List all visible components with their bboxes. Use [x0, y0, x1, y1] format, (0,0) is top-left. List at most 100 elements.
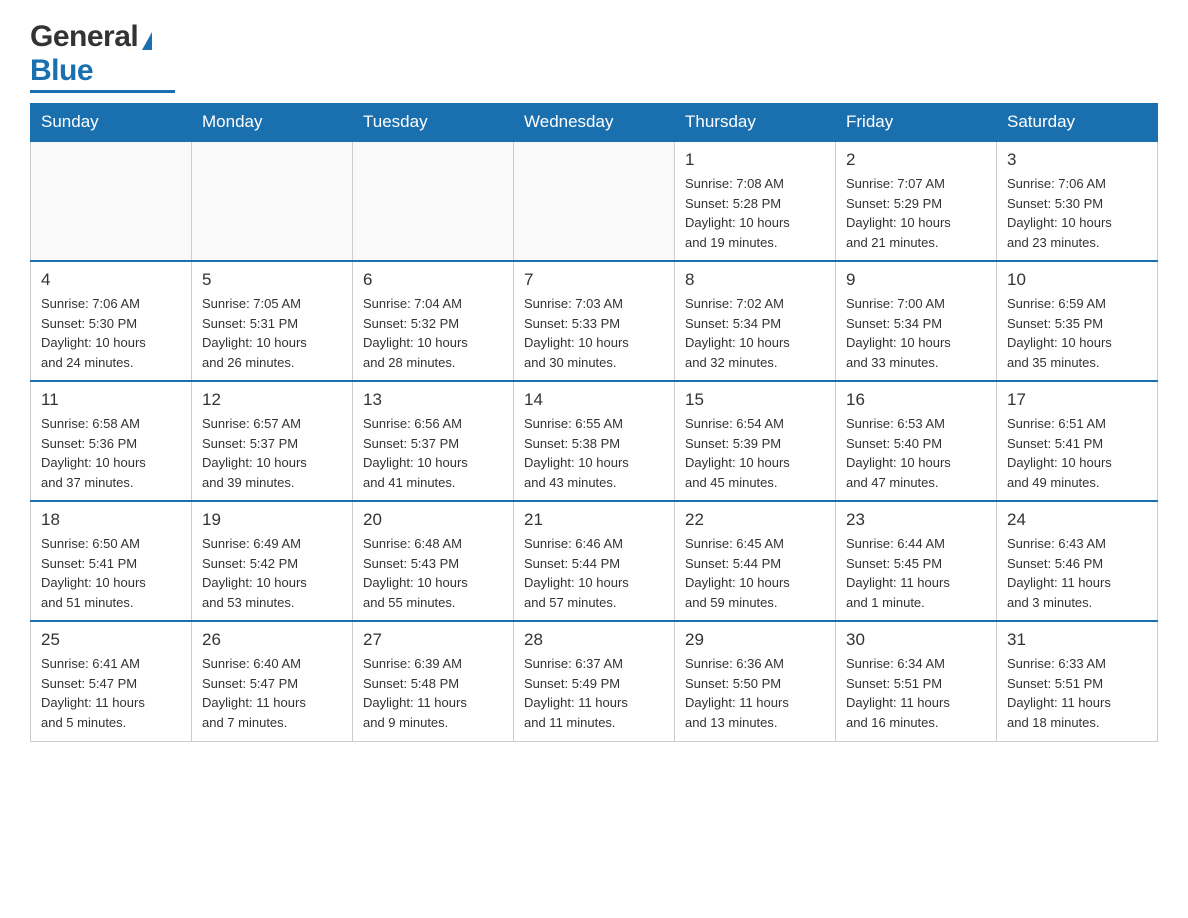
calendar-cell: 15 Sunrise: 6:54 AMSunset: 5:39 PMDayligh… — [675, 381, 836, 501]
day-number: 10 — [1007, 270, 1147, 290]
calendar-cell: 6 Sunrise: 7:04 AMSunset: 5:32 PMDaylight… — [353, 261, 514, 381]
logo-underline — [30, 90, 175, 93]
day-info: Sunrise: 6:49 AMSunset: 5:42 PMDaylight:… — [202, 534, 342, 612]
day-info: Sunrise: 6:37 AMSunset: 5:49 PMDaylight:… — [524, 654, 664, 732]
day-number: 9 — [846, 270, 986, 290]
day-number: 5 — [202, 270, 342, 290]
column-header-tuesday: Tuesday — [353, 104, 514, 142]
day-info: Sunrise: 6:46 AMSunset: 5:44 PMDaylight:… — [524, 534, 664, 612]
day-number: 6 — [363, 270, 503, 290]
day-number: 29 — [685, 630, 825, 650]
calendar-week-row: 1Sunrise: 7:08 AMSunset: 5:28 PMDaylight… — [31, 141, 1158, 261]
calendar-week-row: 11 Sunrise: 6:58 AMSunset: 5:36 PMDayligh… — [31, 381, 1158, 501]
logo: General Blue — [30, 20, 175, 93]
calendar-cell: 3 Sunrise: 7:06 AMSunset: 5:30 PMDaylight… — [997, 141, 1158, 261]
calendar-cell: 31 Sunrise: 6:33 AMSunset: 5:51 PMDayligh… — [997, 621, 1158, 741]
day-number: 11 — [41, 390, 181, 410]
calendar-cell: 10 Sunrise: 6:59 AMSunset: 5:35 PMDayligh… — [997, 261, 1158, 381]
day-info: Sunrise: 7:04 AMSunset: 5:32 PMDaylight:… — [363, 294, 503, 372]
calendar-week-row: 25Sunrise: 6:41 AMSunset: 5:47 PMDayligh… — [31, 621, 1158, 741]
day-info: Sunrise: 7:06 AMSunset: 5:30 PMDaylight:… — [41, 294, 181, 372]
column-header-thursday: Thursday — [675, 104, 836, 142]
column-header-saturday: Saturday — [997, 104, 1158, 142]
calendar-cell: 17Sunrise: 6:51 AMSunset: 5:41 PMDayligh… — [997, 381, 1158, 501]
calendar-cell: 9 Sunrise: 7:00 AMSunset: 5:34 PMDaylight… — [836, 261, 997, 381]
day-number: 2 — [846, 150, 986, 170]
calendar-cell — [192, 141, 353, 261]
day-number: 26 — [202, 630, 342, 650]
day-number: 28 — [524, 630, 664, 650]
calendar-week-row: 4Sunrise: 7:06 AMSunset: 5:30 PMDaylight… — [31, 261, 1158, 381]
day-number: 13 — [363, 390, 503, 410]
day-info: Sunrise: 6:40 AMSunset: 5:47 PMDaylight:… — [202, 654, 342, 732]
day-number: 31 — [1007, 630, 1147, 650]
page-header: General Blue — [30, 20, 1158, 93]
calendar-cell — [31, 141, 192, 261]
calendar-cell: 19 Sunrise: 6:49 AMSunset: 5:42 PMDayligh… — [192, 501, 353, 621]
calendar-cell: 27 Sunrise: 6:39 AMSunset: 5:48 PMDayligh… — [353, 621, 514, 741]
column-header-wednesday: Wednesday — [514, 104, 675, 142]
day-info: Sunrise: 7:06 AMSunset: 5:30 PMDaylight:… — [1007, 174, 1147, 252]
calendar-cell: 11 Sunrise: 6:58 AMSunset: 5:36 PMDayligh… — [31, 381, 192, 501]
day-info: Sunrise: 6:55 AMSunset: 5:38 PMDaylight:… — [524, 414, 664, 492]
day-info: Sunrise: 6:51 AMSunset: 5:41 PMDaylight:… — [1007, 414, 1147, 492]
calendar-cell: 26 Sunrise: 6:40 AMSunset: 5:47 PMDayligh… — [192, 621, 353, 741]
day-number: 27 — [363, 630, 503, 650]
day-info: Sunrise: 7:05 AMSunset: 5:31 PMDaylight:… — [202, 294, 342, 372]
day-info: Sunrise: 6:41 AMSunset: 5:47 PMDaylight:… — [41, 654, 181, 732]
day-number: 15 — [685, 390, 825, 410]
day-info: Sunrise: 6:50 AMSunset: 5:41 PMDaylight:… — [41, 534, 181, 612]
day-number: 3 — [1007, 150, 1147, 170]
calendar-cell: 7 Sunrise: 7:03 AMSunset: 5:33 PMDaylight… — [514, 261, 675, 381]
day-number: 22 — [685, 510, 825, 530]
calendar-cell: 13 Sunrise: 6:56 AMSunset: 5:37 PMDayligh… — [353, 381, 514, 501]
day-number: 8 — [685, 270, 825, 290]
calendar-cell: 29Sunrise: 6:36 AMSunset: 5:50 PMDayligh… — [675, 621, 836, 741]
calendar-cell: 22 Sunrise: 6:45 AMSunset: 5:44 PMDayligh… — [675, 501, 836, 621]
calendar-cell: 24 Sunrise: 6:43 AMSunset: 5:46 PMDayligh… — [997, 501, 1158, 621]
calendar-cell: 8Sunrise: 7:02 AMSunset: 5:34 PMDaylight… — [675, 261, 836, 381]
calendar-cell — [353, 141, 514, 261]
day-info: Sunrise: 6:57 AMSunset: 5:37 PMDaylight:… — [202, 414, 342, 492]
day-info: Sunrise: 6:43 AMSunset: 5:46 PMDaylight:… — [1007, 534, 1147, 612]
day-info: Sunrise: 7:07 AMSunset: 5:29 PMDaylight:… — [846, 174, 986, 252]
day-number: 7 — [524, 270, 664, 290]
calendar-cell: 30Sunrise: 6:34 AMSunset: 5:51 PMDayligh… — [836, 621, 997, 741]
column-header-sunday: Sunday — [31, 104, 192, 142]
logo-blue-text: Blue — [30, 54, 93, 88]
day-info: Sunrise: 6:39 AMSunset: 5:48 PMDaylight:… — [363, 654, 503, 732]
day-number: 14 — [524, 390, 664, 410]
column-header-friday: Friday — [836, 104, 997, 142]
calendar-cell: 21 Sunrise: 6:46 AMSunset: 5:44 PMDayligh… — [514, 501, 675, 621]
day-info: Sunrise: 7:03 AMSunset: 5:33 PMDaylight:… — [524, 294, 664, 372]
day-number: 19 — [202, 510, 342, 530]
day-info: Sunrise: 6:54 AMSunset: 5:39 PMDaylight:… — [685, 414, 825, 492]
day-info: Sunrise: 6:56 AMSunset: 5:37 PMDaylight:… — [363, 414, 503, 492]
calendar-cell: 28 Sunrise: 6:37 AMSunset: 5:49 PMDayligh… — [514, 621, 675, 741]
day-number: 12 — [202, 390, 342, 410]
logo-general-text: General — [30, 20, 138, 54]
day-info: Sunrise: 6:58 AMSunset: 5:36 PMDaylight:… — [41, 414, 181, 492]
day-info: Sunrise: 6:34 AMSunset: 5:51 PMDaylight:… — [846, 654, 986, 732]
day-number: 24 — [1007, 510, 1147, 530]
day-info: Sunrise: 7:00 AMSunset: 5:34 PMDaylight:… — [846, 294, 986, 372]
calendar-cell: 14 Sunrise: 6:55 AMSunset: 5:38 PMDayligh… — [514, 381, 675, 501]
day-number: 23 — [846, 510, 986, 530]
day-info: Sunrise: 6:33 AMSunset: 5:51 PMDaylight:… — [1007, 654, 1147, 732]
calendar-cell: 25Sunrise: 6:41 AMSunset: 5:47 PMDayligh… — [31, 621, 192, 741]
calendar-cell: 18 Sunrise: 6:50 AMSunset: 5:41 PMDayligh… — [31, 501, 192, 621]
day-info: Sunrise: 6:45 AMSunset: 5:44 PMDaylight:… — [685, 534, 825, 612]
calendar-cell: 23Sunrise: 6:44 AMSunset: 5:45 PMDayligh… — [836, 501, 997, 621]
day-number: 16 — [846, 390, 986, 410]
day-info: Sunrise: 6:59 AMSunset: 5:35 PMDaylight:… — [1007, 294, 1147, 372]
calendar-table: SundayMondayTuesdayWednesdayThursdayFrid… — [30, 103, 1158, 742]
day-number: 18 — [41, 510, 181, 530]
day-info: Sunrise: 6:48 AMSunset: 5:43 PMDaylight:… — [363, 534, 503, 612]
calendar-cell: 4Sunrise: 7:06 AMSunset: 5:30 PMDaylight… — [31, 261, 192, 381]
calendar-week-row: 18 Sunrise: 6:50 AMSunset: 5:41 PMDayligh… — [31, 501, 1158, 621]
calendar-cell: 5 Sunrise: 7:05 AMSunset: 5:31 PMDaylight… — [192, 261, 353, 381]
calendar-cell: 2 Sunrise: 7:07 AMSunset: 5:29 PMDaylight… — [836, 141, 997, 261]
day-number: 1 — [685, 150, 825, 170]
column-header-monday: Monday — [192, 104, 353, 142]
day-number: 21 — [524, 510, 664, 530]
